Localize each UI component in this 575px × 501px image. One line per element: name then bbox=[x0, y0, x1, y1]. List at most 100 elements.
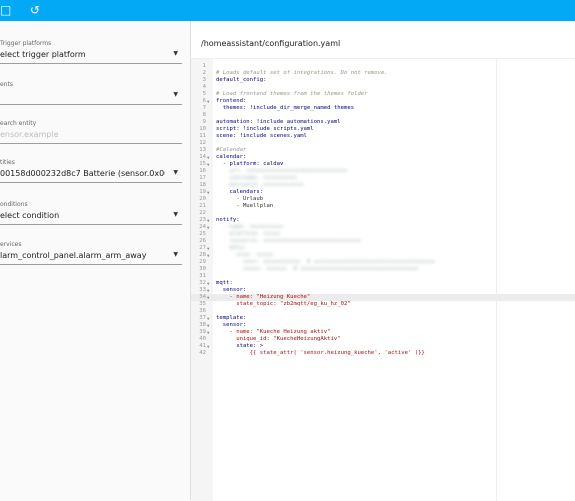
line-number: 19 bbox=[199, 189, 206, 195]
field-value[interactable]: 00158d000232d8c7 Batterie (sensor.0x0015… bbox=[0, 169, 165, 178]
code-text: {{ state_attr( 'sensor.heizung_kueche', … bbox=[216, 350, 425, 356]
code-line[interactable]: 31 bbox=[191, 273, 575, 280]
line-number: 37 bbox=[199, 315, 206, 321]
code-line[interactable]: 19 ▼ calendars: bbox=[191, 189, 575, 196]
code-line[interactable]: 1 bbox=[191, 63, 575, 70]
field-value[interactable]: elect condition bbox=[0, 211, 165, 220]
code-text: - name: "Kueche Heizung aktiv" bbox=[216, 329, 331, 335]
fold-toggle-icon[interactable]: ▼ bbox=[207, 280, 213, 287]
code-line[interactable]: 7 themes: !include_dir_merge_named theme… bbox=[191, 105, 575, 112]
code-text: resource: xxxxxxxxxxxxxxxxxxxxxxxxxxxxx bbox=[216, 238, 361, 244]
code-line[interactable]: 40 unique_id: "KuecheHeizungAktiv" bbox=[191, 336, 575, 343]
code-line[interactable]: 2 # Loads default set of integrations. Do… bbox=[191, 70, 575, 77]
code-line[interactable]: 42 {{ state_attr( 'sensor.heizung_kueche… bbox=[191, 350, 575, 357]
code-line[interactable]: 30 xxxxx: xxxxxx # xxxxxxxxxxxxxxxxxxxxx… bbox=[191, 266, 575, 273]
code-text: # Load frontend themes from the themes f… bbox=[216, 91, 368, 97]
code-line[interactable]: 6 ▼ frontend: bbox=[191, 98, 575, 105]
fold-toggle-icon[interactable]: ▼ bbox=[207, 154, 213, 161]
line-number: 33 bbox=[199, 287, 206, 293]
code-line[interactable]: 4 bbox=[191, 84, 575, 91]
code-line[interactable]: 14 ▼ calendar: bbox=[191, 154, 575, 161]
code-text: template: bbox=[216, 315, 247, 321]
line-number: 11 bbox=[199, 133, 206, 139]
top-app-bar: □ ↺ bbox=[0, 0, 575, 21]
left-panel: Trigger platforms elect trigger platform ▼… bbox=[0, 21, 191, 500]
code-text: state: > bbox=[216, 343, 264, 349]
code-text: xxxxx: xxxxxx # xxxxxxxxxxxxxxxxxxxxxxxx… bbox=[216, 266, 419, 272]
code-line[interactable]: 33 ▼ sensor: bbox=[191, 287, 575, 294]
code-text: script: !include scripts.yaml bbox=[216, 126, 314, 132]
code-line[interactable]: 9 automation: !include automations.yaml bbox=[191, 119, 575, 126]
fold-toggle-icon[interactable]: ▼ bbox=[207, 315, 213, 322]
code-line[interactable]: 10 script: !include scripts.yaml bbox=[191, 126, 575, 133]
code-line[interactable]: 22 bbox=[191, 210, 575, 217]
code-editor[interactable]: 1 2 # Loads default set of integrations. D… bbox=[191, 58, 575, 501]
code-line[interactable]: 8 bbox=[191, 112, 575, 119]
line-number: 32 bbox=[199, 280, 206, 286]
code-line[interactable]: 24 ▼ - name: xxxxxxxxxx bbox=[191, 224, 575, 231]
code-line[interactable]: 11 scene: !include scenes.yaml bbox=[191, 133, 575, 140]
field-value[interactable]: ensor.example bbox=[0, 130, 165, 139]
code-line[interactable]: 16 url: xxxxxxxxxxxxxxxxxxxxxxxxxxxxxx bbox=[191, 168, 575, 175]
code-line[interactable]: 39 ▼ - name: "Kueche Heizung aktiv" bbox=[191, 329, 575, 336]
fold-toggle-icon[interactable]: ▼ bbox=[207, 98, 213, 105]
field-label: onditions bbox=[0, 201, 28, 208]
fold-toggle-icon[interactable]: ▼ bbox=[207, 343, 213, 350]
field-value[interactable]: elect trigger platform bbox=[0, 50, 165, 59]
code-line[interactable]: 12 bbox=[191, 140, 575, 147]
fold-toggle-icon[interactable]: ▼ bbox=[207, 224, 213, 231]
dropdown-arrow-icon[interactable]: ▼ bbox=[173, 91, 178, 98]
code-line[interactable]: 28 ▼ xxxx: xxxxx bbox=[191, 252, 575, 259]
line-number: 39 bbox=[199, 329, 206, 335]
code-line[interactable]: 41 ▼ state: > bbox=[191, 343, 575, 350]
dropdown-arrow-icon[interactable]: ▼ bbox=[173, 50, 178, 57]
line-number: 12 bbox=[199, 140, 206, 146]
code-line[interactable]: 27 ▼ data: bbox=[191, 245, 575, 252]
code-text: - name: xxxxxxxxxx bbox=[216, 224, 284, 230]
code-line[interactable]: 35 state_topic: "zb2mqtt/eg_ku_hz_02" bbox=[191, 301, 575, 308]
dropdown-arrow-icon[interactable]: ▼ bbox=[173, 169, 178, 176]
code-line[interactable]: 13 #Calendar bbox=[191, 147, 575, 154]
fold-toggle-icon[interactable]: ▼ bbox=[207, 287, 213, 294]
save-icon[interactable]: □ bbox=[0, 3, 14, 17]
line-number: 30 bbox=[199, 266, 206, 272]
fold-toggle-icon[interactable]: ▼ bbox=[207, 322, 213, 329]
code-line[interactable]: 34 ▼ - name: "Heizung Kueche" bbox=[191, 294, 575, 301]
code-line[interactable]: 38 ▼ sensor: bbox=[191, 322, 575, 329]
code-text: scene: !include scenes.yaml bbox=[216, 133, 307, 139]
code-line[interactable]: 18 password: xxxxxxxxxxxx bbox=[191, 182, 575, 189]
code-line[interactable]: 36 bbox=[191, 308, 575, 315]
code-line[interactable]: 15 ▼ - platform: caldav bbox=[191, 161, 575, 168]
field-underline bbox=[0, 224, 182, 225]
code-line[interactable]: 23 ▼ notify: bbox=[191, 217, 575, 224]
code-line[interactable]: 20 - Urlaub bbox=[191, 196, 575, 203]
editor-panel: /homeassistant/configuration.yaml 1 2 # Lo… bbox=[191, 21, 575, 501]
line-number: 1 bbox=[202, 63, 206, 69]
code-text: data: bbox=[216, 245, 247, 251]
code-line[interactable]: 32 ▼ mqtt: bbox=[191, 280, 575, 287]
code-text: unique_id: "KuecheHeizungAktiv" bbox=[216, 336, 341, 342]
code-line[interactable]: 29 xxxx: xxxxxxxxxxx # xxxxxxxxxxxxxxxxx… bbox=[191, 259, 575, 266]
code-line[interactable]: 26 resource: xxxxxxxxxxxxxxxxxxxxxxxxxxx… bbox=[191, 238, 575, 245]
line-number: 25 bbox=[199, 231, 206, 237]
fold-toggle-icon[interactable]: ▼ bbox=[207, 252, 213, 259]
code-line[interactable]: 3 default_config: bbox=[191, 77, 575, 84]
fold-toggle-icon[interactable]: ▼ bbox=[207, 161, 213, 168]
code-line[interactable]: 37 ▼ template: bbox=[191, 315, 575, 322]
code-text: themes: !include_dir_merge_named themes bbox=[216, 105, 355, 111]
dropdown-arrow-icon[interactable]: ▼ bbox=[173, 211, 178, 218]
history-icon[interactable]: ↺ bbox=[30, 3, 44, 17]
code-line[interactable]: 5 # Load frontend themes from the themes … bbox=[191, 91, 575, 98]
line-number: 36 bbox=[199, 308, 206, 314]
code-line[interactable]: 17 username: xxxxxxxxxx bbox=[191, 175, 575, 182]
code-line[interactable]: 25 platform: xxxxx bbox=[191, 231, 575, 238]
line-number: 13 bbox=[199, 147, 206, 153]
fold-toggle-icon[interactable]: ▼ bbox=[207, 294, 213, 301]
dropdown-arrow-icon[interactable]: ▼ bbox=[173, 251, 178, 258]
fold-toggle-icon[interactable]: ▼ bbox=[207, 329, 213, 336]
fold-toggle-icon[interactable]: ▼ bbox=[207, 245, 213, 252]
fold-toggle-icon[interactable]: ▼ bbox=[207, 217, 213, 224]
field-value[interactable]: larm_control_panel.alarm_arm_away bbox=[0, 251, 165, 260]
fold-toggle-icon[interactable]: ▼ bbox=[207, 189, 213, 196]
code-line[interactable]: 21 - Muellplan bbox=[191, 203, 575, 210]
